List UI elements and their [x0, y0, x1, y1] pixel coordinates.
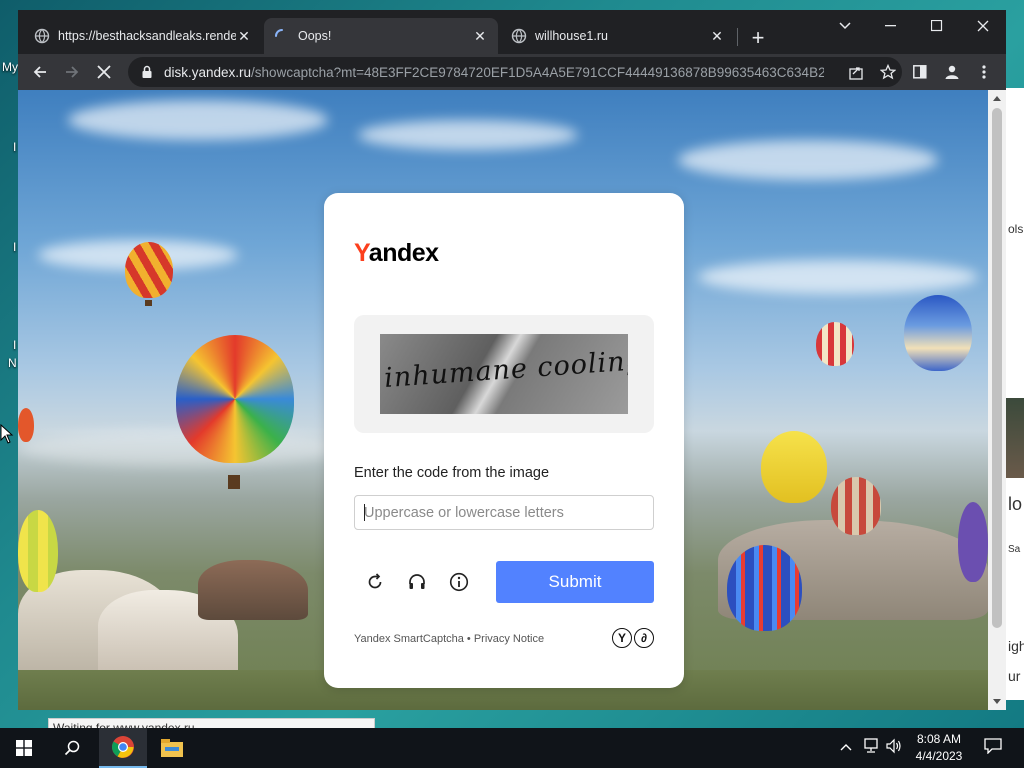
- file-explorer-icon[interactable]: [148, 728, 196, 768]
- tray-chevron-up-icon[interactable]: [840, 738, 852, 754]
- page-viewport: Yandex inhumane cooling Enter the code f…: [18, 90, 1006, 710]
- hot-air-balloon: [18, 510, 58, 592]
- cloud: [698, 260, 978, 294]
- cloud: [358, 120, 578, 150]
- smartcaptcha-logo-mark: ∂: [634, 628, 654, 648]
- share-icon[interactable]: [848, 64, 864, 80]
- cloud: [678, 140, 938, 180]
- desktop-icon-label[interactable]: I: [13, 338, 16, 352]
- forward-arrow-icon[interactable]: [60, 60, 84, 84]
- hot-air-balloon: [831, 477, 881, 535]
- tab-strip: https://besthacksandleaks.render ✕ Oops!…: [18, 10, 1006, 54]
- vertical-scrollbar[interactable]: [988, 90, 1006, 710]
- smartcaptcha-logo: Y ∂: [612, 628, 654, 648]
- scroll-down-arrow-icon[interactable]: [993, 699, 1001, 704]
- background-text: lo: [1008, 494, 1023, 514]
- windows-start-icon[interactable]: [0, 728, 48, 768]
- hot-air-balloon: [125, 242, 173, 298]
- background-text: ols: [1008, 222, 1024, 236]
- desktop-icon-label[interactable]: I: [13, 240, 16, 254]
- refresh-icon[interactable]: [363, 570, 387, 594]
- cloud: [68, 100, 328, 140]
- hot-air-balloon: [816, 322, 854, 366]
- browser-toolbar: disk.yandex.ru/showcaptcha?mt=48E3FF2CE9…: [18, 54, 1006, 90]
- desktop-icon-label[interactable]: I: [13, 140, 16, 154]
- captcha-image-frame: inhumane cooling: [354, 315, 654, 433]
- network-icon[interactable]: [862, 738, 880, 757]
- side-panel-icon[interactable]: [908, 60, 932, 84]
- close-tab-icon[interactable]: ✕: [236, 28, 252, 44]
- logo-letter-y: Y: [354, 239, 369, 267]
- close-tab-icon[interactable]: ✕: [472, 28, 488, 44]
- globe-icon: [511, 28, 527, 44]
- captcha-distorted-text: inhumane cooling: [383, 344, 628, 395]
- chrome-taskbar-icon[interactable]: [99, 728, 147, 768]
- scrollbar-thumb[interactable]: [992, 108, 1002, 628]
- captcha-image: inhumane cooling: [380, 334, 628, 414]
- browser-window: https://besthacksandleaks.render ✕ Oops!…: [18, 10, 1006, 710]
- search-icon[interactable]: [48, 728, 96, 768]
- lock-icon[interactable]: [140, 65, 154, 79]
- close-tab-icon[interactable]: ✕: [709, 28, 725, 44]
- hot-air-balloon: [761, 431, 827, 503]
- smartcaptcha-footer-link[interactable]: Yandex SmartCaptcha • Privacy Notice: [354, 633, 544, 645]
- tab-search-chevron-icon[interactable]: [822, 10, 868, 42]
- profile-avatar-icon[interactable]: [940, 60, 964, 84]
- tab-separator: [737, 28, 738, 46]
- tab-title: willhouse1.ru: [535, 29, 608, 43]
- close-window-button[interactable]: [960, 10, 1006, 42]
- clock-time: 8:08 AM: [916, 732, 962, 746]
- background-text: ur: [1008, 668, 1021, 684]
- balloon-basket: [228, 475, 240, 489]
- background-text: igh: [1008, 638, 1024, 654]
- mouse-cursor-icon: [0, 424, 14, 444]
- tab-besthacksandleaks[interactable]: https://besthacksandleaks.render ✕: [24, 18, 262, 54]
- yandex-logo: Yandex: [354, 239, 439, 268]
- captcha-card: Yandex inhumane cooling Enter the code f…: [324, 193, 684, 688]
- submit-button[interactable]: Submit: [496, 561, 654, 603]
- tab-title: Oops!: [298, 29, 332, 43]
- desktop-icon-label[interactable]: My: [2, 60, 18, 74]
- tab-willhouse1[interactable]: willhouse1.ru ✕: [501, 18, 735, 54]
- url-host: disk.yandex.ru: [164, 64, 252, 80]
- taskbar: 8:08 AM 4/4/2023: [0, 728, 1024, 768]
- background-text: Sa: [1008, 544, 1021, 555]
- tab-title: https://besthacksandleaks.render: [58, 29, 236, 43]
- url-text: disk.yandex.ru/showcaptcha?mt=48E3FF2CE9…: [164, 65, 824, 80]
- background-image: [1006, 398, 1024, 478]
- hot-air-balloon: [176, 335, 294, 463]
- scroll-up-arrow-icon[interactable]: [993, 96, 1001, 101]
- rock-formation: [198, 560, 308, 620]
- back-arrow-icon[interactable]: [28, 60, 52, 84]
- address-bar[interactable]: disk.yandex.ru/showcaptcha?mt=48E3FF2CE9…: [128, 57, 902, 87]
- background-window-edge: ols lo Sa igh ur: [1006, 88, 1024, 700]
- balloon-basket: [145, 300, 152, 306]
- notification-center-icon[interactable]: [984, 738, 1002, 757]
- desktop-icon-label[interactable]: N: [8, 356, 17, 370]
- menu-kebab-icon[interactable]: [972, 60, 996, 84]
- maximize-button[interactable]: [914, 10, 960, 42]
- stop-loading-icon[interactable]: [92, 60, 116, 84]
- tab-oops[interactable]: Oops! ✕: [264, 18, 498, 54]
- system-clock[interactable]: 8:08 AM 4/4/2023: [904, 731, 974, 765]
- hot-air-balloon: [18, 408, 34, 442]
- new-tab-button[interactable]: +: [746, 25, 770, 50]
- captcha-answer-input[interactable]: [354, 495, 654, 530]
- smartcaptcha-logo-y: Y: [612, 628, 632, 648]
- minimize-button[interactable]: [868, 10, 914, 42]
- volume-icon[interactable]: [886, 738, 902, 757]
- hot-air-balloon: [958, 502, 988, 582]
- globe-icon: [34, 28, 50, 44]
- hot-air-balloon: [904, 295, 972, 371]
- info-icon[interactable]: [447, 570, 471, 594]
- url-path: /showcaptcha?mt=48E3FF2CE9784720EF1D5A4A…: [251, 64, 824, 80]
- hot-air-balloon: [727, 545, 802, 631]
- captcha-prompt: Enter the code from the image: [354, 465, 550, 481]
- bookmark-star-icon[interactable]: [880, 64, 896, 80]
- audio-headphones-icon[interactable]: [405, 570, 429, 594]
- text-cursor: [364, 504, 365, 521]
- loading-spinner-icon: [275, 29, 283, 37]
- clock-date: 4/4/2023: [915, 749, 963, 763]
- logo-text: andex: [368, 239, 439, 267]
